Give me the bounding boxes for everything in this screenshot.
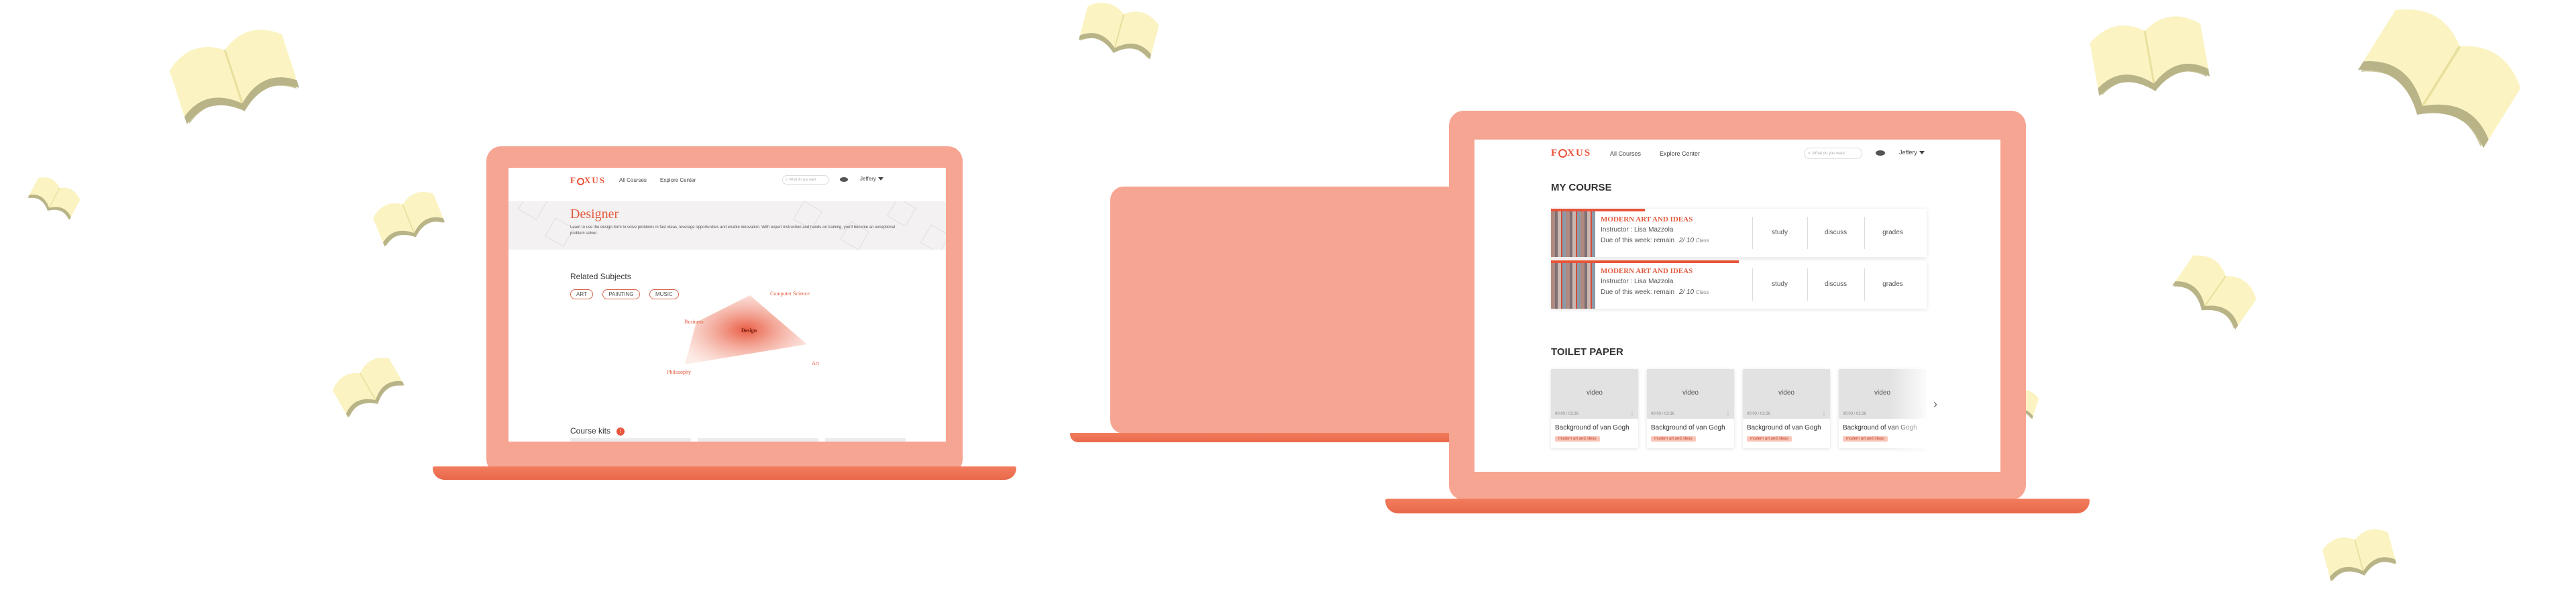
grades-button[interactable]: grades: [1864, 229, 1921, 236]
user-menu[interactable]: Jeffery: [860, 176, 883, 182]
video-card[interactable]: video 00:00 / 02:36 ⋮ Background of van …: [1743, 369, 1830, 448]
nav-explore-center[interactable]: Explore Center: [1660, 150, 1700, 157]
search-icon: ⌕: [786, 177, 788, 182]
video-tag[interactable]: modern art and ideas: [1651, 436, 1696, 442]
video-card[interactable]: video 00:00 / 02:36 ⋮ Background of van …: [1551, 369, 1638, 448]
chevron-down-icon: [877, 177, 883, 181]
radar-label-bottom: Philosophy: [667, 369, 692, 375]
top-nav: F XUS All Courses Explore Center ⌕ What do…: [1474, 140, 2000, 166]
carousel-fade: [1890, 368, 1931, 450]
video-thumbnail[interactable]: video 00:00 / 02:36 ⋮: [1647, 369, 1734, 419]
tag-painting[interactable]: PAINTING: [602, 289, 640, 299]
book-illustration: [2332, 0, 2545, 182]
book-illustration: [154, 9, 315, 152]
nav-all-courses[interactable]: All Courses: [619, 177, 647, 183]
logo-o: [1558, 149, 1568, 158]
radar-label-left: Business: [684, 319, 704, 325]
video-title: Background of van Gogh: [1651, 424, 1725, 432]
course-kit-strip: [698, 438, 818, 442]
study-button[interactable]: study: [1752, 229, 1807, 236]
nav-explore-center[interactable]: Explore Center: [660, 177, 696, 183]
radar-label-center: Design: [741, 328, 757, 334]
video-title: Background of van Gogh: [1747, 424, 1821, 432]
book-illustration: [364, 180, 455, 262]
logo[interactable]: F XUS: [570, 175, 606, 186]
more-icon[interactable]: ⋮: [1629, 411, 1635, 417]
more-icon[interactable]: ⋮: [1821, 411, 1827, 417]
course-kits-heading: Course kits !: [570, 426, 625, 436]
video-card[interactable]: video 00:00 / 02:36 ⋮ Background of van …: [1647, 369, 1734, 448]
book-illustration: [20, 168, 88, 231]
toilet-paper-heading: TOILET PAPER: [1551, 346, 1623, 358]
next-arrow-icon[interactable]: ›: [1933, 397, 1937, 411]
course-instructor: Instructor : Lisa Mazzola: [1601, 278, 1674, 285]
right-laptop-base: [1385, 499, 2090, 513]
course-thumbnail: [1551, 263, 1595, 309]
video-thumbnail[interactable]: video 00:00 / 02:36 ⋮: [1551, 369, 1638, 419]
course-card[interactable]: MODERN ART AND IDEAS Instructor : Lisa M…: [1551, 209, 1927, 257]
discuss-button[interactable]: discuss: [1807, 281, 1864, 288]
right-laptop-screen: F XUS All Courses Explore Center ⌕ What do…: [1474, 140, 2000, 472]
course-title[interactable]: MODERN ART AND IDEAS: [1601, 215, 1693, 223]
course-instructor: Instructor : Lisa Mazzola: [1601, 226, 1674, 234]
book-illustration: [1069, 0, 1168, 77]
study-button[interactable]: study: [1752, 281, 1807, 288]
book-illustration: [2158, 240, 2269, 347]
related-subjects-heading: Related Subjects: [570, 272, 631, 281]
chevron-down-icon: [1919, 151, 1925, 155]
page-title: Designer: [570, 207, 619, 221]
course-thumbnail: [1551, 211, 1595, 257]
nav-all-courses[interactable]: All Courses: [1610, 150, 1641, 157]
course-remain: Due of this week: remain 2/ 10 Class: [1601, 289, 1709, 296]
video-tag[interactable]: modern art and ideas: [1843, 436, 1888, 442]
user-menu[interactable]: Jeffery: [1899, 149, 1925, 156]
course-remain: Due of this week: remain 2/ 10 Class: [1601, 237, 1709, 244]
video-title: Background of van Gogh: [1555, 424, 1629, 432]
video-tag[interactable]: modern art and ideas: [1747, 436, 1792, 442]
course-card[interactable]: MODERN ART AND IDEAS Instructor : Lisa M…: [1551, 260, 1927, 309]
search-input[interactable]: ⌕ What do you want: [782, 175, 829, 185]
video-tag[interactable]: modern art and ideas: [1555, 436, 1600, 442]
course-title[interactable]: MODERN ART AND IDEAS: [1601, 267, 1693, 275]
background-device: [1110, 187, 1459, 434]
subject-hero: Designer Learn to use the design-form to…: [508, 201, 946, 250]
book-illustration: [2314, 518, 2405, 598]
radar-label-right: Art: [812, 360, 819, 366]
grades-button[interactable]: grades: [1864, 281, 1921, 288]
video-thumbnail[interactable]: video 00:00 / 02:36 ⋮: [1743, 369, 1830, 419]
radar-label-top: Computer Science: [770, 291, 810, 297]
search-input[interactable]: ⌕ What do you want: [1804, 148, 1862, 159]
message-icon[interactable]: [1876, 150, 1885, 156]
message-icon[interactable]: [840, 177, 848, 182]
top-nav: F XUS All Courses Explore Center ⌕ What do…: [508, 168, 946, 193]
subject-radar-chart: [685, 295, 807, 364]
course-kit-strip: [570, 438, 691, 442]
left-laptop-base: [433, 466, 1016, 480]
more-icon[interactable]: ⋮: [1725, 411, 1731, 417]
logo-o: [576, 177, 584, 185]
discuss-button[interactable]: discuss: [1807, 229, 1864, 236]
subject-description: Learn to use the design-form to solve pr…: [570, 225, 896, 236]
my-course-heading: MY COURSE: [1551, 182, 1612, 193]
logo[interactable]: F XUS: [1551, 148, 1591, 159]
book-illustration: [322, 344, 415, 432]
search-icon: ⌕: [1808, 150, 1811, 156]
left-laptop-screen: F XUS All Courses Explore Center ⌕ What do…: [508, 168, 946, 442]
tag-art[interactable]: ART: [570, 289, 593, 299]
course-kit-strip: [825, 438, 906, 442]
info-badge[interactable]: !: [616, 427, 625, 436]
background-device-base: [1070, 433, 1493, 442]
book-illustration: [2078, 0, 2222, 122]
